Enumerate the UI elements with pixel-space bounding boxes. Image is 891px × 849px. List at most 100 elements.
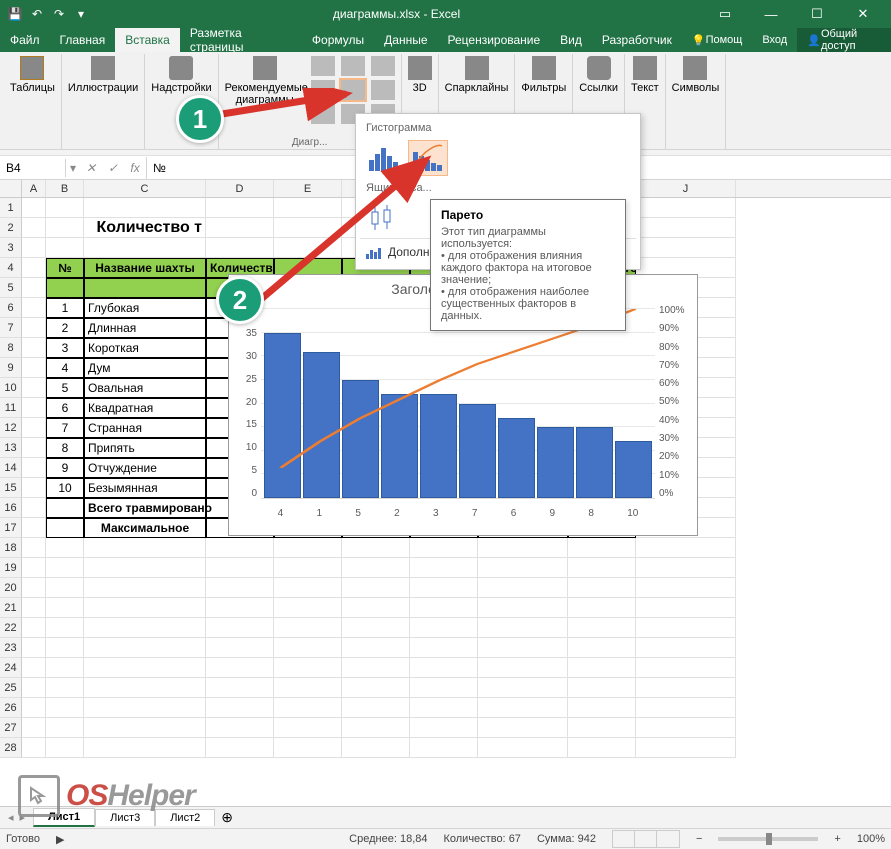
tab-page-layout[interactable]: Разметка страницы [180, 28, 302, 52]
chart-plot-area[interactable] [261, 309, 655, 499]
cell[interactable] [84, 638, 206, 658]
cell[interactable] [46, 238, 84, 258]
cell[interactable] [478, 598, 568, 618]
cell[interactable]: № [46, 258, 84, 278]
cell[interactable] [410, 598, 478, 618]
redo-icon[interactable]: ↷ [50, 5, 68, 23]
row-header[interactable]: 18 [0, 538, 22, 558]
cell[interactable]: 4 [46, 358, 84, 378]
cell[interactable] [46, 218, 84, 238]
cell[interactable] [342, 678, 410, 698]
cell[interactable] [22, 418, 46, 438]
cell[interactable] [22, 258, 46, 278]
cell[interactable] [46, 518, 84, 538]
row-header[interactable]: 11 [0, 398, 22, 418]
tab-view[interactable]: Вид [550, 28, 592, 52]
cell[interactable] [274, 658, 342, 678]
cell[interactable] [568, 678, 636, 698]
cell[interactable] [46, 538, 84, 558]
cell[interactable] [84, 738, 206, 758]
minimize-icon[interactable]: — [749, 0, 793, 28]
cell[interactable] [342, 558, 410, 578]
cell[interactable]: 3 [46, 338, 84, 358]
text-button[interactable]: Текст [631, 56, 659, 94]
zoom-level[interactable]: 100% [857, 833, 885, 845]
tab-developer[interactable]: Разработчик [592, 28, 682, 52]
cell[interactable] [22, 438, 46, 458]
cell[interactable] [22, 458, 46, 478]
row-header[interactable]: 12 [0, 418, 22, 438]
addins-button[interactable]: Надстройки [151, 56, 211, 94]
cell[interactable] [46, 578, 84, 598]
cell[interactable] [410, 638, 478, 658]
undo-icon[interactable]: ↶ [28, 5, 46, 23]
tab-data[interactable]: Данные [374, 28, 437, 52]
cell[interactable] [274, 578, 342, 598]
zoom-in-icon[interactable]: + [834, 833, 840, 845]
cell[interactable]: Отчуждение [84, 458, 206, 478]
row-header[interactable]: 6 [0, 298, 22, 318]
cell[interactable] [274, 718, 342, 738]
cell[interactable] [274, 698, 342, 718]
cell[interactable] [46, 598, 84, 618]
cell[interactable] [636, 238, 736, 258]
cell[interactable] [46, 498, 84, 518]
cell[interactable] [478, 698, 568, 718]
cell[interactable] [568, 658, 636, 678]
row-header[interactable]: 21 [0, 598, 22, 618]
cell[interactable] [22, 278, 46, 298]
cell[interactable] [22, 678, 46, 698]
row-header[interactable]: 1 [0, 198, 22, 218]
cell[interactable] [478, 558, 568, 578]
symbols-button[interactable]: Символы [672, 56, 720, 94]
help-button[interactable]: 💡 Помощ [682, 28, 752, 52]
illustrations-button[interactable]: Иллюстрации [68, 56, 138, 94]
cell[interactable] [84, 598, 206, 618]
tables-button[interactable]: Таблицы [10, 56, 55, 94]
row-header[interactable]: 25 [0, 678, 22, 698]
cell[interactable] [84, 558, 206, 578]
cell[interactable] [342, 738, 410, 758]
cell[interactable] [568, 618, 636, 638]
row-header[interactable]: 27 [0, 718, 22, 738]
cell[interactable] [22, 398, 46, 418]
namebox-dropdown-icon[interactable]: ▾ [66, 161, 80, 175]
save-icon[interactable]: 💾 [6, 5, 24, 23]
cell[interactable] [84, 278, 206, 298]
row-header[interactable]: 22 [0, 618, 22, 638]
cell[interactable] [636, 538, 736, 558]
chart-line-icon[interactable] [341, 56, 365, 76]
cell[interactable] [22, 518, 46, 538]
cell[interactable] [22, 578, 46, 598]
cell[interactable] [636, 578, 736, 598]
cell[interactable] [206, 738, 274, 758]
zoom-slider[interactable] [718, 837, 818, 841]
cell[interactable] [636, 558, 736, 578]
cell[interactable] [46, 698, 84, 718]
row-header[interactable]: 13 [0, 438, 22, 458]
cell[interactable]: 5 [46, 378, 84, 398]
cell[interactable]: Максимальное [84, 518, 206, 538]
cell[interactable] [568, 558, 636, 578]
row-header[interactable]: 14 [0, 458, 22, 478]
cell[interactable] [84, 618, 206, 638]
cell[interactable] [84, 578, 206, 598]
row-header[interactable]: 9 [0, 358, 22, 378]
cell[interactable] [274, 538, 342, 558]
cell[interactable] [478, 658, 568, 678]
cell[interactable] [206, 718, 274, 738]
cell[interactable] [568, 698, 636, 718]
cell[interactable]: Овальная [84, 378, 206, 398]
cell[interactable] [22, 298, 46, 318]
cell[interactable] [568, 718, 636, 738]
cell[interactable] [206, 538, 274, 558]
cell[interactable] [206, 618, 274, 638]
cell[interactable] [636, 678, 736, 698]
cell[interactable] [206, 678, 274, 698]
cell[interactable] [636, 718, 736, 738]
col-A[interactable]: A [22, 180, 46, 197]
cell[interactable]: Квадратная [84, 398, 206, 418]
cell[interactable] [478, 578, 568, 598]
chart-column-icon[interactable] [311, 56, 335, 76]
cell[interactable]: 10 [46, 478, 84, 498]
